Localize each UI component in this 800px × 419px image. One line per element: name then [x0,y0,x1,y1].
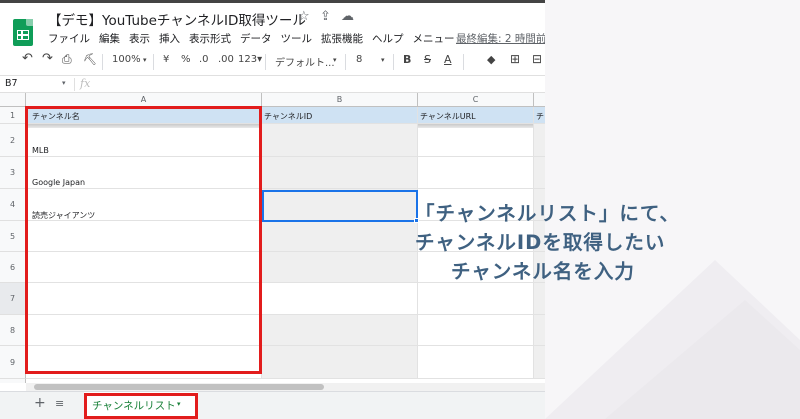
fx-icon: fx [80,77,91,90]
cell-d2[interactable] [534,124,545,157]
formula-divider [74,78,75,91]
menu-data[interactable]: データ [240,31,272,47]
header-cell-channel-id[interactable]: チャンネルID [262,107,418,124]
toolbar-divider [102,54,103,70]
highlight-box-sheet-tab [84,393,198,419]
currency-format-button[interactable]: ¥ [163,54,169,65]
row-header[interactable]: 3 [0,157,26,189]
header-cell-d[interactable]: チ [534,107,545,124]
increase-decimal-button[interactable]: .00 [218,54,234,65]
cell-d7[interactable] [534,283,545,315]
move-folder-icon[interactable]: ⇪ [320,9,331,24]
document-title[interactable]: 【デモ】YouTubeチャンネルID取得ツール [48,9,306,29]
menu-custom[interactable]: メニュー [413,31,455,47]
cell-d3[interactable] [534,157,545,189]
add-sheet-icon[interactable]: + [34,395,46,411]
menu-view[interactable]: 表示 [129,31,150,47]
cell-d8[interactable] [534,315,545,346]
cell-b5[interactable] [262,221,418,252]
star-icon[interactable]: ☆ [298,9,310,24]
text-color-button[interactable]: A [444,53,452,66]
formula-bar: B7 ▾ fx [0,75,545,93]
menu-help[interactable]: ヘルプ [372,31,404,47]
paint-format-icon[interactable]: ⛏ [83,53,97,66]
cell-b6[interactable] [262,252,418,283]
selected-cell-outline [262,190,418,222]
name-box[interactable]: B7 [5,78,18,89]
highlight-box-column-a [25,106,262,374]
menu-edit[interactable]: 編集 [99,31,120,47]
instruction-callout: 「チャンネルリスト」にて、 チャンネルIDを取得したい チャンネル名を入力 [415,199,715,286]
cell-c9[interactable] [418,346,534,379]
all-sheets-icon[interactable]: ≡ [55,397,64,410]
more-formats-button[interactable]: 123▾ [238,54,262,65]
sheet-bar: + ≡ チャンネルリスト ▾ [0,391,545,419]
cell-c2[interactable] [418,124,534,157]
menu-format[interactable]: 表示形式 [189,31,231,47]
decrease-decimal-button[interactable]: .0 [199,54,209,65]
row-header[interactable] [0,379,26,383]
row-header[interactable]: 8 [0,315,26,346]
row-header[interactable]: 1 [0,107,26,124]
cell-d9[interactable] [534,346,545,379]
borders-icon[interactable]: ⊞ [510,52,520,66]
font-caret-icon[interactable]: ▾ [333,56,337,64]
sheets-logo-icon[interactable] [13,19,33,46]
menu-extensions[interactable]: 拡張機能 [321,31,363,47]
cloud-status-icon[interactable]: ☁ [341,9,354,24]
row-header[interactable]: 4 [0,189,26,221]
name-box-caret-icon[interactable]: ▾ [62,79,66,87]
cell-c7[interactable] [418,283,534,315]
toolbar-divider [265,54,266,70]
font-size-select[interactable]: 8 [356,54,362,65]
menu-insert[interactable]: 挿入 [159,31,180,47]
callout-line-3: チャンネル名を入力 [451,260,635,283]
undo-icon[interactable]: ↶ [22,51,33,66]
menu-tools[interactable]: ツール [281,31,313,47]
row-header[interactable]: 7 [0,283,26,315]
column-header-b[interactable]: B [262,93,418,107]
callout-line-1: 「チャンネルリスト」にて、 [415,202,680,225]
toolbar-divider [153,54,154,70]
print-icon[interactable]: ⎙ [62,52,72,67]
header-cell-channel-url[interactable]: チャンネルURL [418,107,534,124]
font-size-caret-icon[interactable]: ▾ [381,56,385,64]
toolbar-divider [393,54,394,70]
redo-icon[interactable]: ↷ [42,51,53,66]
row-header[interactable]: 2 [0,124,26,157]
percent-format-button[interactable]: % [181,54,191,65]
last-edit-link[interactable]: 最終編集: 2 時間前 [456,31,545,46]
strikethrough-button[interactable]: S [424,53,431,66]
zoom-caret-icon[interactable]: ▾ [143,56,147,64]
horizontal-scrollbar[interactable] [26,383,545,391]
cell-b3[interactable] [262,157,418,189]
merge-cells-icon[interactable]: ⊟ [532,52,542,66]
cell-b9[interactable] [262,346,418,379]
column-header-d[interactable] [534,93,545,107]
row-header[interactable]: 6 [0,252,26,283]
toolbar-divider [345,54,346,70]
column-header-c[interactable]: C [418,93,534,107]
column-header-a[interactable]: A [26,93,262,107]
scrollbar-thumb[interactable] [34,384,324,390]
row-header[interactable]: 5 [0,221,26,252]
menu-file[interactable]: ファイル [48,31,90,47]
select-all-corner[interactable] [0,93,26,107]
menu-bar: ファイル 編集 表示 挿入 表示形式 データ ツール 拡張機能 ヘルプ メニュー [48,31,464,47]
cell-b7[interactable] [262,283,418,315]
callout-line-2: チャンネルIDを取得したい [415,231,666,254]
font-select[interactable]: デフォルト... [275,54,335,69]
cell-c3[interactable] [418,157,534,189]
fill-color-icon[interactable]: ◆ [487,53,495,66]
row-header[interactable]: 9 [0,346,26,379]
bold-button[interactable]: B [403,53,411,66]
cell-b2[interactable] [262,124,418,157]
cell-b8[interactable] [262,315,418,346]
toolbar-divider [463,54,464,70]
zoom-select[interactable]: 100% [112,54,141,65]
toolbar: ↶ ↷ ⎙ ⛏ 100% ▾ ¥ % .0 .00 123▾ デフォルト... … [0,50,545,74]
cell-c8[interactable] [418,315,534,346]
